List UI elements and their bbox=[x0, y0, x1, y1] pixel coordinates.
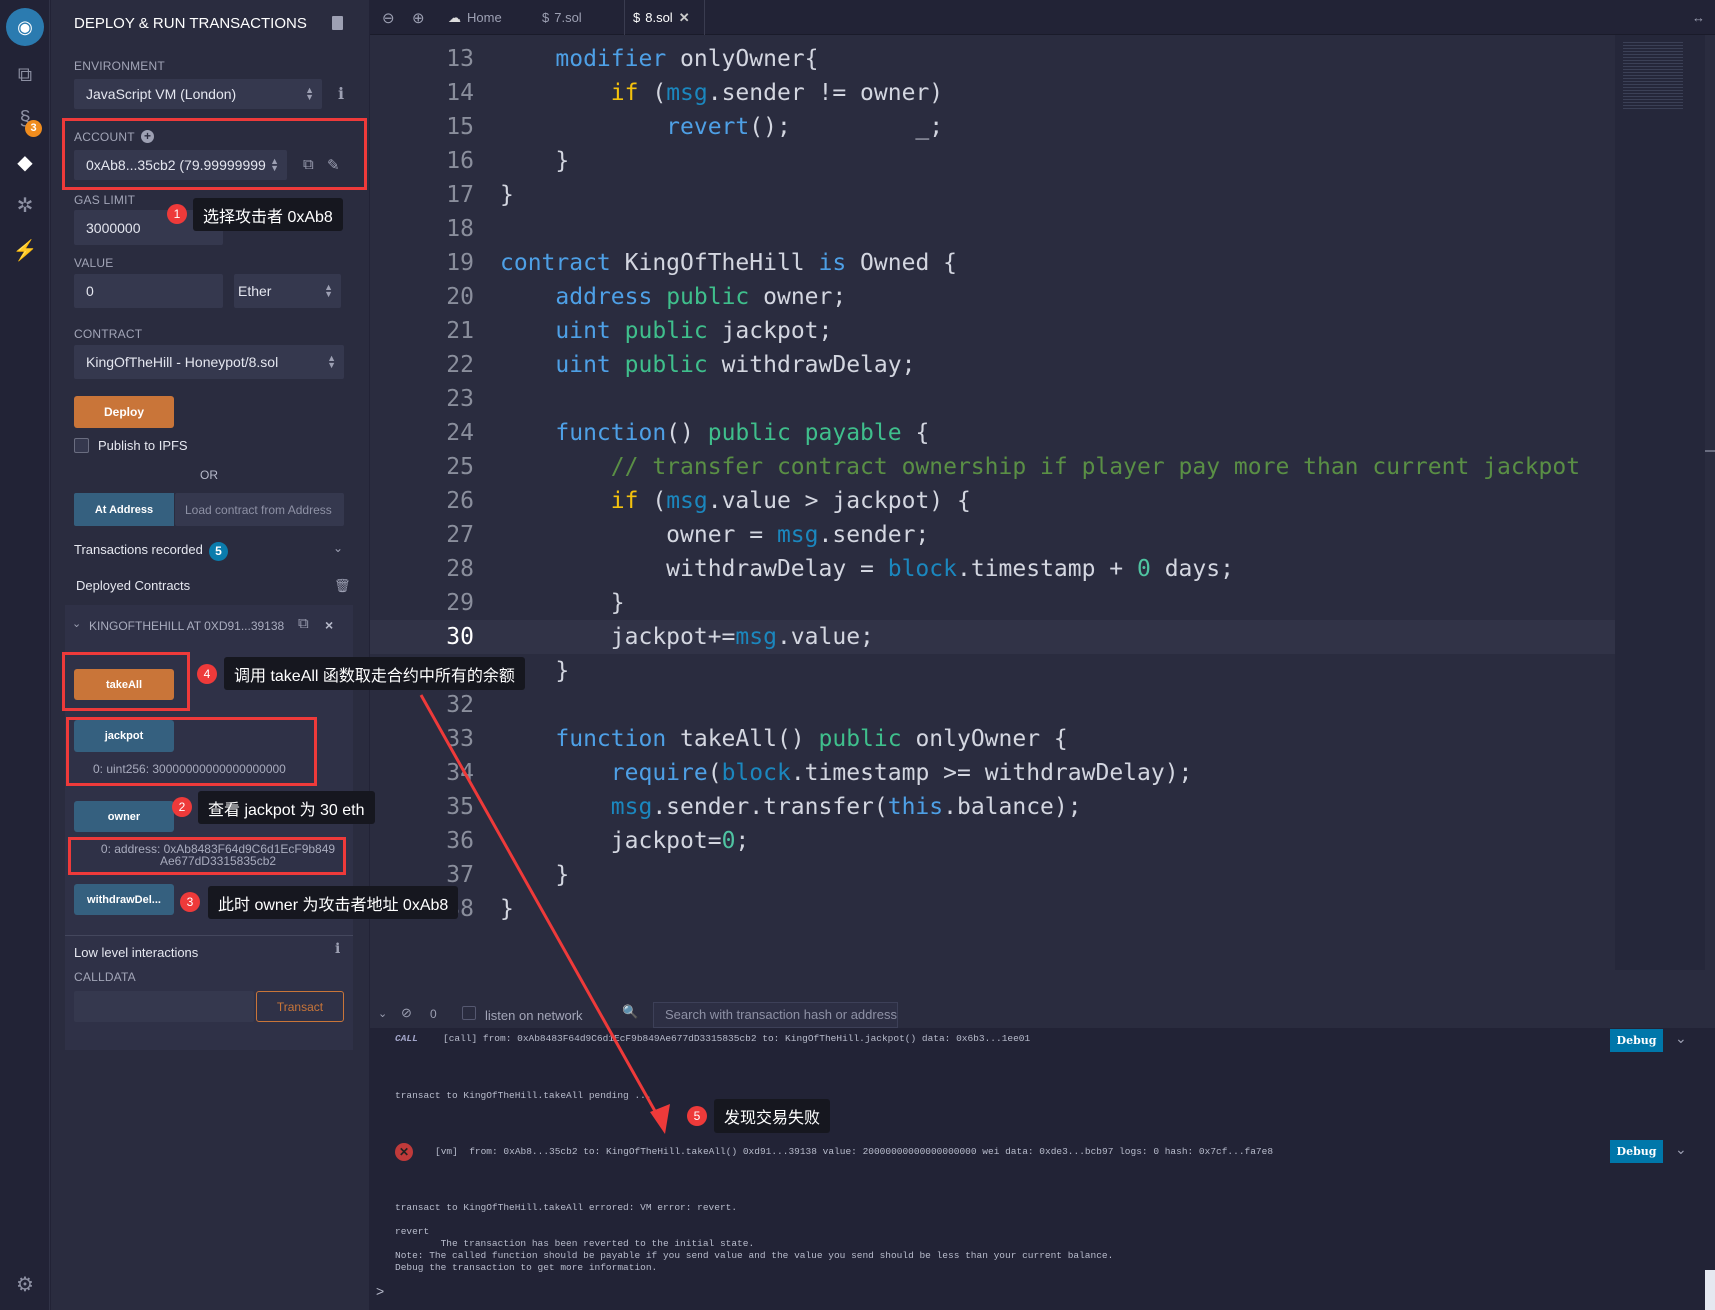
annotation-tooltip: 此时 owner 为攻击者地址 0xAb8 bbox=[208, 886, 459, 919]
annotation-arrow bbox=[419, 694, 670, 1134]
annotation-badge: 4 bbox=[197, 664, 217, 684]
annotation-tooltip: 查看 jackpot 为 30 eth bbox=[198, 791, 375, 824]
annotation-tooltip: 调用 takeAll 函数取走合约中所有的余额 bbox=[224, 657, 525, 690]
annotation-badge: 1 bbox=[167, 204, 187, 224]
annotation-badge: 2 bbox=[172, 797, 192, 817]
annotation-tooltip: 发现交易失败 bbox=[714, 1099, 831, 1133]
annotation-tooltip: 选择攻击者 0xAb8 bbox=[193, 198, 343, 231]
annotation-badge: 5 bbox=[687, 1106, 707, 1126]
annotation-badge: 3 bbox=[180, 892, 200, 912]
